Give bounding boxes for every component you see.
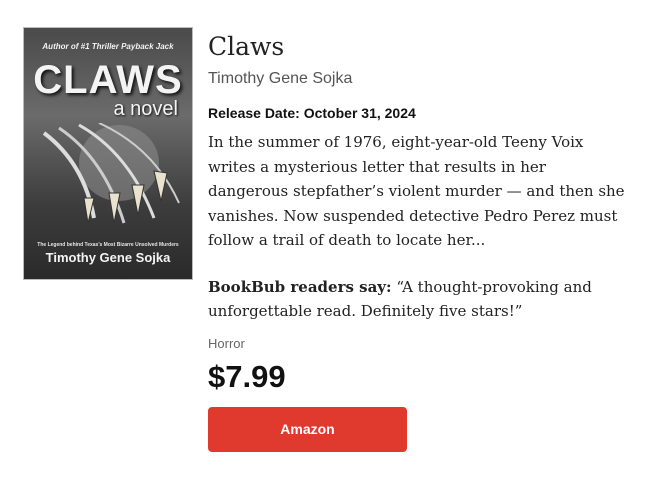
- genre-label[interactable]: Horror: [208, 336, 628, 351]
- cover-tagline: The Legend behind Texas's Most Bizarre U…: [37, 242, 179, 248]
- cover-subtitle: a novel: [113, 98, 179, 120]
- cover-author-line: Author of #1 Thriller Payback Jack: [42, 42, 174, 51]
- release-date: Release Date: October 31, 2024: [208, 105, 628, 121]
- book-cover[interactable]: Author of #1 Thriller Payback Jack CLAWS…: [23, 27, 193, 280]
- release-value: October 31, 2024: [303, 105, 416, 121]
- amazon-buy-button[interactable]: Amazon: [208, 406, 407, 452]
- book-info: Claws Timothy Gene Sojka Release Date: O…: [208, 30, 628, 452]
- book-title[interactable]: Claws: [208, 30, 628, 64]
- claw-illustration: [42, 123, 180, 224]
- release-label: Release Date:: [208, 105, 300, 121]
- cover-title: CLAWS: [33, 58, 183, 102]
- reader-quote: BookBub readers say: “A thought-provokin…: [208, 275, 628, 324]
- quote-label: BookBub readers say:: [208, 277, 392, 296]
- price: $7.99: [208, 358, 286, 394]
- cover-author: Timothy Gene Sojka: [45, 250, 171, 265]
- book-description: In the summer of 1976, eight-year-old Te…: [208, 133, 625, 249]
- book-author[interactable]: Timothy Gene Sojka: [208, 70, 628, 88]
